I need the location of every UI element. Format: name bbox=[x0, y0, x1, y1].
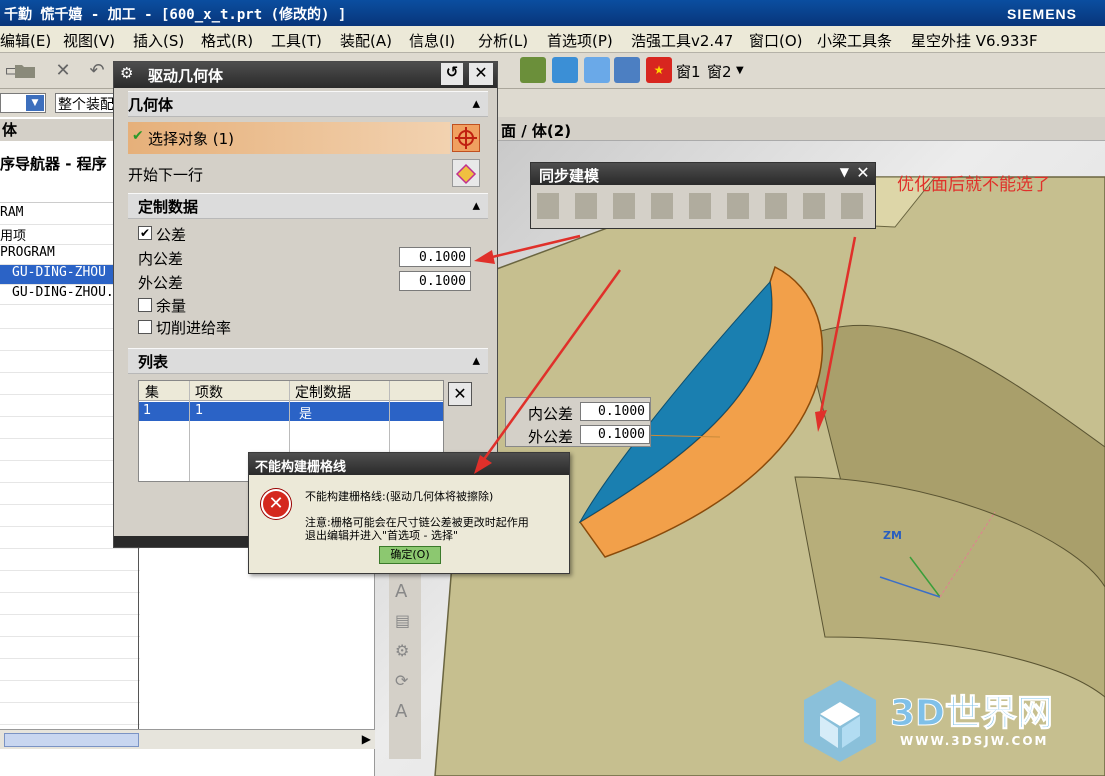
error-dialog: 不能构建栅格线 ✕ 不能构建栅格线:(驱动几何体将被擦除) 注意:栅格可能会在尺… bbox=[248, 452, 570, 574]
annotation-icon[interactable]: A bbox=[395, 701, 407, 722]
outer-tolerance-label: 外公差 bbox=[138, 274, 184, 292]
menu-preferences[interactable]: 首选项(P) bbox=[547, 30, 613, 51]
menu-edit[interactable]: 编辑(E) bbox=[0, 30, 51, 51]
window1-button[interactable]: 窗1 bbox=[676, 61, 701, 89]
scrollbar-thumb[interactable] bbox=[4, 733, 139, 747]
dialog-title: 驱动几何体 bbox=[148, 67, 224, 85]
geometry-section-header[interactable]: 几何体 ▴ bbox=[128, 91, 488, 117]
stock-label: 余量 bbox=[156, 297, 187, 315]
menu-xingkong-plugin[interactable]: 星空外挂 V6.933F bbox=[911, 30, 1038, 51]
add-row-icon[interactable] bbox=[452, 159, 480, 187]
stock-checkbox[interactable] bbox=[138, 298, 152, 312]
reset-icon[interactable]: ↺ bbox=[441, 63, 463, 85]
error-title: 不能构建栅格线 bbox=[255, 460, 347, 475]
ok-button[interactable]: 确定(O) bbox=[379, 546, 441, 564]
menu-bar: 编辑(E) 视图(V) 插入(S) 格式(R) 工具(T) 装配(A) 信息(I… bbox=[0, 26, 1105, 53]
sync-toolbar-title: 同步建模 bbox=[539, 167, 600, 185]
start-next-row-label: 开始下一行 bbox=[128, 166, 204, 184]
watermark-text: 3D世界网 bbox=[890, 693, 1054, 735]
inner-tolerance-input[interactable] bbox=[580, 402, 650, 421]
tools-icon[interactable]: ⚙ bbox=[395, 641, 409, 660]
menu-view[interactable]: 视图(V) bbox=[63, 30, 115, 51]
menu-haoqiang-tools[interactable]: 浩强工具v2.47 bbox=[631, 30, 733, 51]
annotation-text: 优化面后就不能选了 bbox=[897, 175, 1050, 195]
crosshair-select-icon[interactable] bbox=[452, 124, 480, 152]
monitor-icon[interactable] bbox=[614, 57, 640, 83]
open-folder-icon[interactable] bbox=[12, 57, 38, 83]
collapse-icon[interactable]: ▴ bbox=[472, 94, 480, 112]
watermark: 3D世界网 WWW.3DSJW.COM bbox=[800, 672, 1105, 776]
column-header[interactable]: 定制数据 bbox=[295, 382, 351, 402]
close-icon[interactable]: ✕ bbox=[854, 163, 872, 183]
feed-rate-label: 切削进给率 bbox=[156, 319, 232, 337]
gear-icon[interactable]: ⚙ bbox=[120, 64, 133, 82]
navigator-title: 序导航器 - 程序 bbox=[0, 155, 107, 173]
collapse-icon[interactable]: ▴ bbox=[472, 351, 480, 369]
custom-data-section-header[interactable]: 定制数据 ▴ bbox=[128, 193, 488, 219]
horizontal-scrollbar[interactable]: ▶ bbox=[0, 729, 375, 749]
menu-xiaoliang-toolbar[interactable]: 小梁工具条 bbox=[817, 30, 892, 51]
watermark-url: WWW.3DSJW.COM bbox=[900, 734, 1049, 748]
menu-assembly[interactable]: 装配(A) bbox=[340, 30, 392, 51]
axis-label: ZM bbox=[883, 529, 902, 542]
outer-tolerance-input[interactable] bbox=[399, 271, 471, 291]
menu-insert[interactable]: 插入(S) bbox=[133, 30, 184, 51]
outer-tolerance-label: 外公差 bbox=[528, 428, 574, 446]
table-row[interactable]: 1 1 是 bbox=[139, 402, 443, 422]
image-tool-icon[interactable] bbox=[520, 57, 546, 83]
siemens-logo: SIEMENS bbox=[1006, 6, 1077, 22]
menu-format[interactable]: 格式(R) bbox=[201, 30, 253, 51]
window-titlebar: 千勤 慌千嬉 - 加工 - [600_x_t.prt (修改的) ] SIEME… bbox=[0, 0, 1105, 26]
menu-info[interactable]: 信息(I) bbox=[409, 30, 455, 51]
window-title: 千勤 慌千嬉 - 加工 - [600_x_t.prt (修改的) ] bbox=[4, 7, 347, 23]
cube-logo-icon bbox=[804, 680, 876, 762]
menu-analysis[interactable]: 分析(L) bbox=[478, 30, 528, 51]
menu-tools[interactable]: 工具(T) bbox=[271, 30, 322, 51]
navigator-header: 体 bbox=[0, 119, 120, 141]
collapse-icon[interactable]: ▴ bbox=[472, 196, 480, 214]
tolerance-checkbox[interactable]: ✔ bbox=[138, 226, 152, 240]
book-icon[interactable] bbox=[552, 57, 578, 83]
dialog-titlebar: ⚙ 驱动几何体 ↺ ✕ bbox=[114, 62, 497, 88]
undo-icon[interactable]: ↶ bbox=[84, 57, 110, 83]
scroll-right-icon[interactable]: ▶ bbox=[362, 732, 371, 746]
list-section-header[interactable]: 列表 ▴ bbox=[128, 348, 488, 374]
dropdown-arrow-icon[interactable]: ▼ bbox=[26, 95, 44, 111]
select-object-label: 选择对象 (1) bbox=[148, 130, 235, 148]
close-icon[interactable]: ✕ bbox=[469, 63, 493, 85]
checkmark-icon: ✔ bbox=[132, 128, 144, 144]
assembly-scope-select[interactable]: 整个装配 bbox=[55, 93, 115, 113]
feed-rate-checkbox[interactable] bbox=[138, 320, 152, 334]
delete-icon[interactable]: ✕ bbox=[50, 57, 76, 83]
remove-row-icon[interactable]: ✕ bbox=[448, 382, 472, 406]
calculator-icon[interactable] bbox=[584, 57, 610, 83]
window2-button[interactable]: 窗2 bbox=[707, 61, 732, 89]
filter-select[interactable]: ▼ bbox=[0, 93, 46, 113]
select-object-row[interactable]: ✔ 选择对象 (1) bbox=[128, 122, 450, 154]
sync-tool-buttons[interactable] bbox=[537, 193, 871, 219]
sync-modeling-toolbar: 同步建模 ▼ ✕ bbox=[530, 162, 876, 229]
error-icon: ✕ bbox=[261, 489, 291, 519]
tolerance-label: 公差 bbox=[156, 226, 187, 244]
inner-tolerance-label: 内公差 bbox=[528, 405, 574, 423]
column-header[interactable]: 集 bbox=[145, 382, 159, 402]
flag-icon[interactable]: ★ bbox=[646, 57, 672, 83]
text-edit-icon[interactable]: A bbox=[395, 581, 407, 602]
dropdown-arrow-icon[interactable]: ▼ bbox=[840, 165, 849, 179]
side-toolbar: A ▤ ⚙ ⟳ A bbox=[389, 573, 421, 759]
error-note-2: 退出编辑并进入"首选项 - 选择" bbox=[305, 529, 459, 542]
menu-window[interactable]: 窗口(O) bbox=[749, 30, 803, 51]
column-header[interactable]: 项数 bbox=[195, 382, 223, 402]
tolerance-popup: 内公差 外公差 bbox=[505, 397, 651, 447]
inner-tolerance-input[interactable] bbox=[399, 247, 471, 267]
error-message: 不能构建栅格线:(驱动几何体将被擦除) bbox=[305, 490, 494, 503]
folder-icon[interactable]: ▤ bbox=[395, 611, 410, 630]
refresh-icon[interactable]: ⟳ bbox=[395, 671, 408, 690]
outer-tolerance-input[interactable] bbox=[580, 425, 650, 444]
inner-tolerance-label: 内公差 bbox=[138, 250, 184, 268]
